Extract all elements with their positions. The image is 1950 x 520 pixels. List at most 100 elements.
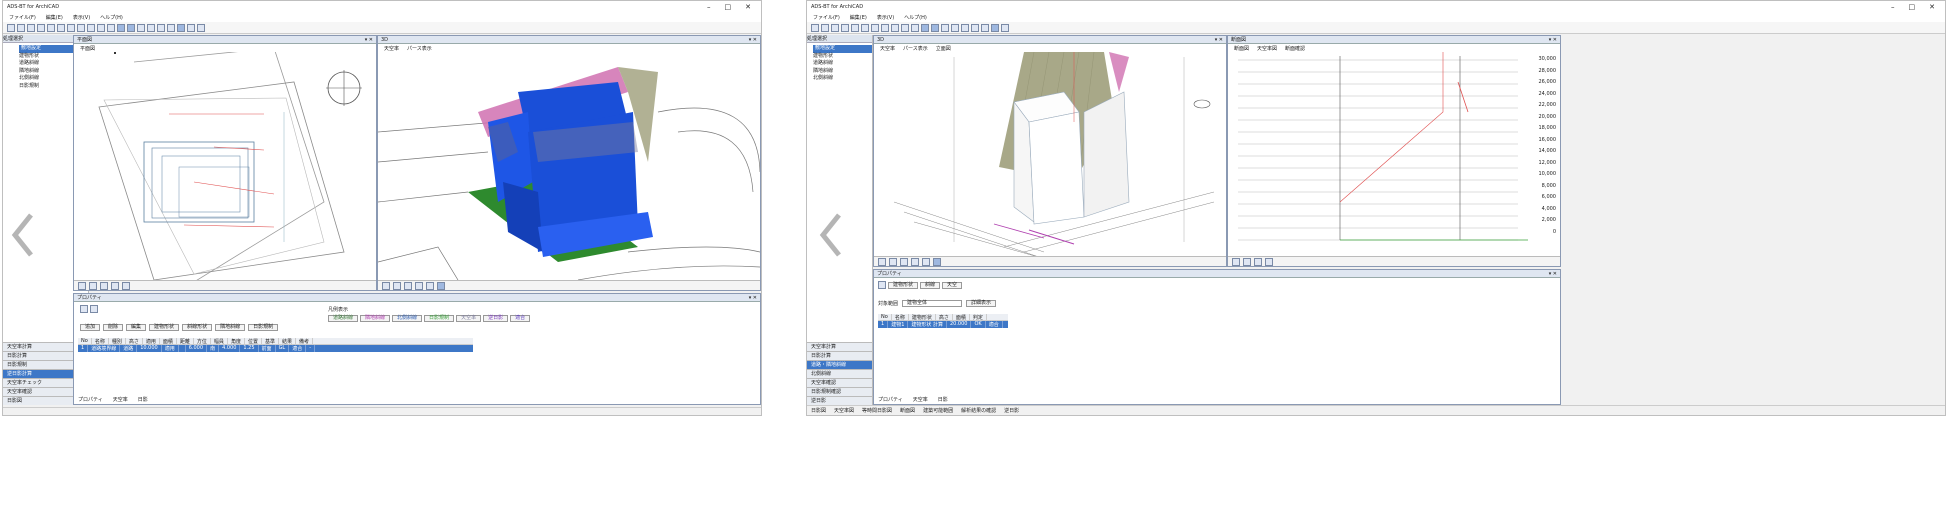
help-icon[interactable] — [1001, 23, 1009, 32]
sun-icon[interactable] — [157, 23, 165, 32]
tool-slope[interactable]: 斜線 — [920, 281, 941, 289]
tab-section[interactable]: 断面図 — [1234, 45, 1249, 52]
zoom-in-icon[interactable] — [901, 23, 909, 32]
cut-icon[interactable] — [67, 23, 75, 32]
legend-road[interactable]: 道路斜線 — [328, 315, 359, 322]
pan-icon[interactable] — [1254, 257, 1262, 266]
save-icon[interactable] — [831, 23, 839, 32]
sidebar-bottom-item[interactable]: 日影計算 — [807, 351, 872, 360]
add-button[interactable]: 追加 — [80, 324, 101, 331]
section-icon[interactable] — [951, 23, 959, 32]
copy-icon[interactable] — [881, 23, 889, 32]
close-icon[interactable]: ✕ — [745, 3, 751, 11]
col[interactable]: No — [78, 338, 92, 344]
menu-help[interactable]: ヘルプ(H) — [100, 14, 123, 21]
measure-icon[interactable] — [981, 23, 989, 32]
sidebar-bottom-item[interactable]: 天空率確認 — [807, 378, 872, 387]
plan-view-icon[interactable] — [931, 23, 939, 32]
tab-shadow[interactable]: 日影 — [138, 396, 148, 403]
zoom-in-icon[interactable] — [382, 281, 390, 290]
3d-view-icon[interactable] — [941, 23, 949, 32]
previous-arrow-icon[interactable] — [815, 207, 847, 263]
new-icon[interactable] — [7, 23, 15, 32]
col[interactable]: 幅員 — [211, 338, 228, 345]
col[interactable]: 高さ — [126, 338, 143, 345]
redo-icon[interactable] — [861, 23, 869, 32]
col[interactable]: 角度 — [228, 338, 245, 345]
previous-arrow-icon[interactable] — [7, 207, 39, 263]
settings-icon[interactable] — [187, 23, 195, 32]
status-item[interactable]: 逆日影 — [1004, 407, 1019, 414]
fit-icon[interactable] — [111, 281, 119, 290]
paste-icon[interactable] — [891, 23, 899, 32]
undo-icon[interactable] — [47, 23, 55, 32]
sidebar-item-site[interactable]: 敷地設定 — [813, 45, 872, 53]
menu-edit[interactable]: 編集(E) — [46, 14, 63, 21]
sidebar-item-north[interactable]: 北側斜線 — [813, 75, 872, 83]
3d-view-icon[interactable] — [137, 23, 145, 32]
zoom-out-icon[interactable] — [1243, 257, 1251, 266]
status-item[interactable]: 建築可能範囲 — [923, 407, 953, 414]
edit-button[interactable]: 編集 — [126, 324, 147, 331]
sidebar-bottom-item-selected[interactable]: 道路・隣地斜線 — [807, 360, 872, 369]
shade-icon[interactable] — [437, 281, 445, 290]
open-icon[interactable] — [17, 23, 25, 32]
maximize-icon[interactable]: □ — [725, 3, 732, 11]
zoom-in-icon[interactable] — [97, 23, 105, 32]
col[interactable]: 基準 — [262, 338, 279, 345]
tab-plan[interactable]: 平面図 — [80, 45, 95, 52]
close-pane-icon[interactable]: ▾ ✕ — [365, 37, 376, 43]
tab-property[interactable]: プロパティ — [878, 396, 903, 403]
3d-drawing[interactable] — [378, 52, 760, 280]
col[interactable]: 高さ — [936, 314, 953, 321]
sidebar-bottom-item[interactable]: 逆日影 — [807, 396, 872, 405]
filter-dropdown[interactable]: 建物全体 — [902, 300, 963, 307]
undo-icon[interactable] — [851, 23, 859, 32]
tab-sky[interactable]: 天空率 — [913, 396, 928, 403]
col[interactable]: 面積 — [160, 338, 177, 345]
help-icon[interactable] — [197, 23, 205, 32]
col[interactable]: 備考 — [296, 338, 314, 345]
sidebar-bottom-item[interactable]: 北側斜線 — [807, 369, 872, 378]
zoom-in-icon[interactable] — [78, 281, 86, 290]
minimize-icon[interactable]: – — [1891, 3, 1895, 11]
col[interactable]: 名称 — [92, 338, 109, 345]
redo-icon[interactable] — [57, 23, 65, 32]
print-icon[interactable] — [841, 23, 849, 32]
sky-icon[interactable] — [167, 23, 175, 32]
legend-adjacent[interactable]: 隣地斜線 — [360, 315, 391, 322]
tab-property[interactable]: プロパティ — [78, 396, 103, 403]
menu-edit[interactable]: 編集(E) — [850, 14, 867, 21]
zoom-out-icon[interactable] — [107, 23, 115, 32]
shade-icon[interactable] — [933, 257, 941, 266]
rotate-icon[interactable] — [922, 257, 930, 266]
tab-check[interactable]: 断面確認 — [1285, 45, 1305, 52]
section-icon[interactable] — [147, 23, 155, 32]
sidebar-bottom-item[interactable]: 日影規制確認 — [807, 387, 872, 396]
zoom-in-icon[interactable] — [1232, 257, 1240, 266]
status-item[interactable]: 等時間日影図 — [862, 407, 892, 414]
menu-help[interactable]: ヘルプ(H) — [904, 14, 927, 21]
grid-icon[interactable] — [878, 281, 886, 289]
close-panel-icon[interactable]: ▾ ✕ — [1549, 271, 1560, 277]
legend-north[interactable]: 北側斜線 — [392, 315, 423, 322]
grid-icon[interactable] — [80, 305, 88, 313]
cut-icon[interactable] — [871, 23, 879, 32]
copy-icon[interactable] — [77, 23, 85, 32]
building-button[interactable]: 建物形状 — [149, 324, 180, 331]
col[interactable]: 面積 — [953, 314, 970, 321]
fit-icon[interactable] — [911, 257, 919, 266]
tab-sky-section[interactable]: 天空率図 — [1257, 45, 1277, 52]
detail-button[interactable]: 詳細表示 — [966, 300, 997, 307]
close-icon[interactable]: ✕ — [1929, 3, 1935, 11]
status-item[interactable]: 日影図 — [811, 407, 826, 414]
tool-building[interactable]: 建物形状 — [888, 281, 919, 289]
col[interactable]: 種別 — [109, 338, 126, 345]
shadow-button[interactable]: 日影規制 — [248, 324, 279, 331]
col[interactable]: 建物形状 — [909, 314, 936, 321]
legend-ok[interactable]: 適合 — [510, 315, 531, 322]
zoom-out-icon[interactable] — [889, 257, 897, 266]
slope-button[interactable]: 斜線形状 — [182, 324, 213, 331]
tab-perspective[interactable]: パース表示 — [903, 45, 928, 52]
status-item[interactable]: 天空率図 — [834, 407, 854, 414]
